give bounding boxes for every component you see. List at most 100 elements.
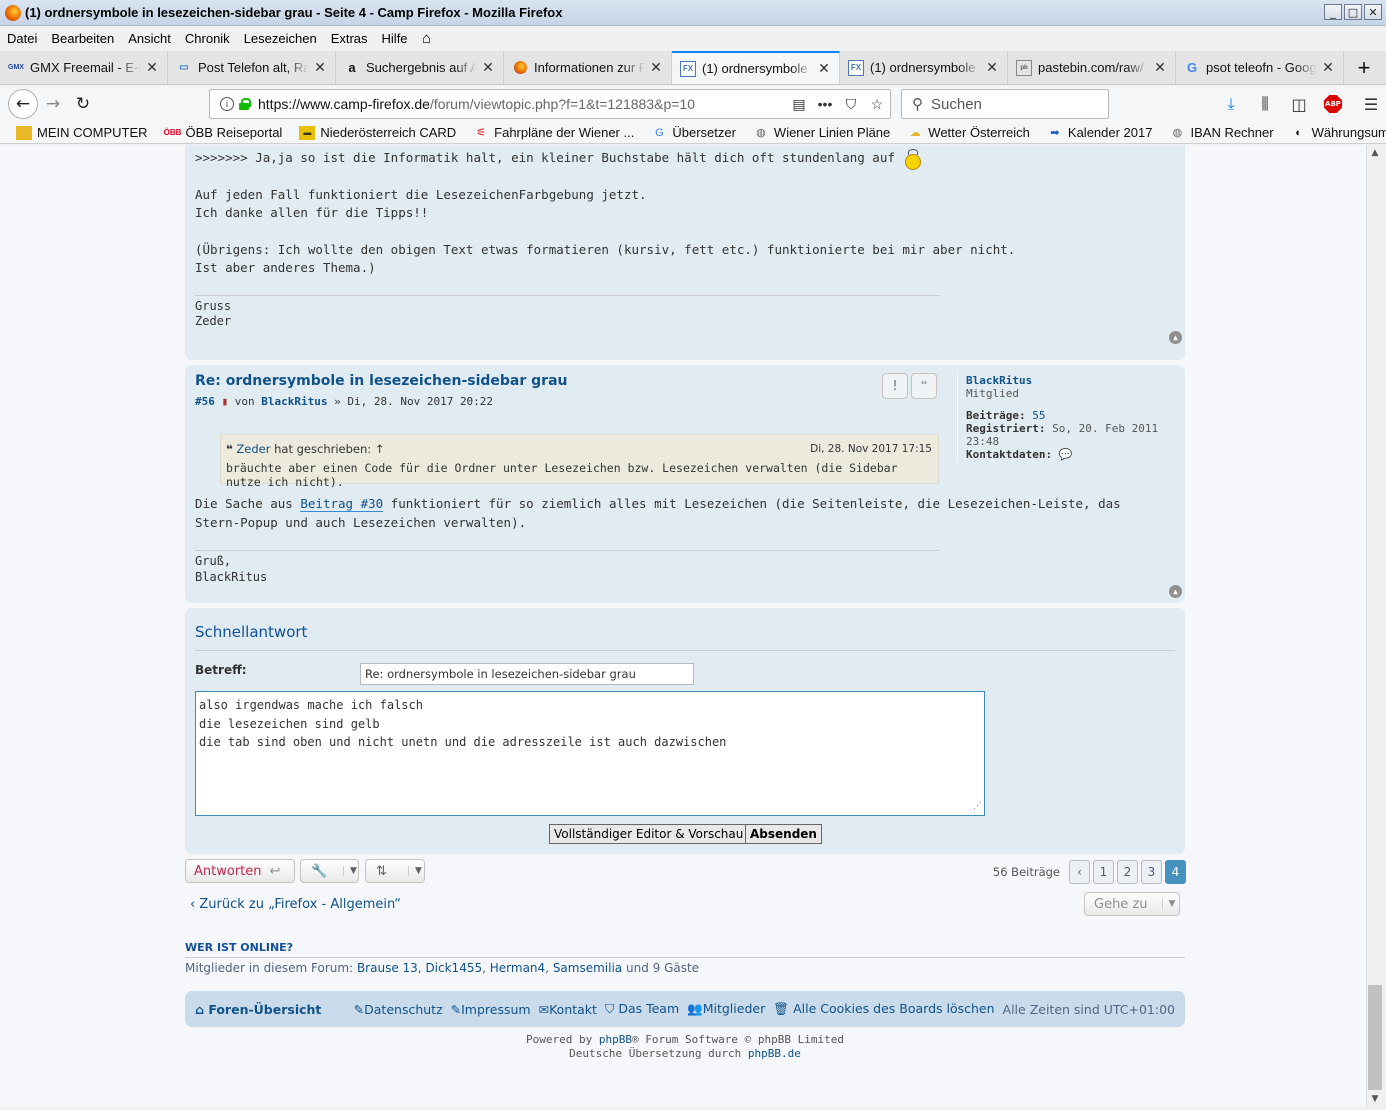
maximize-button[interactable]: □	[1344, 4, 1362, 20]
bookmark-noe-card[interactable]: ▬ Niederösterreich CARD	[287, 125, 461, 140]
menu-bearbeiten[interactable]: Bearbeiten	[44, 31, 121, 46]
reload-button[interactable]: ↻	[68, 89, 98, 119]
close-tab-icon[interactable]: ✕	[985, 59, 999, 76]
bookmark-star-icon[interactable]: ☆	[864, 96, 890, 113]
close-tab-icon[interactable]: ✕	[481, 59, 495, 76]
online-member-link[interactable]: Herman4	[490, 961, 545, 975]
tools-dropdown[interactable]: 🔧 ▼	[300, 859, 359, 883]
bookmark-uebersetzer[interactable]: G Übersetzer	[639, 125, 741, 140]
vertical-scrollbar[interactable]: ▲ ▼	[1366, 145, 1383, 1107]
bookmark-iban[interactable]: ◍ IBAN Rechner	[1157, 125, 1278, 140]
reply-button[interactable]: Antworten ↩	[185, 859, 295, 883]
page-4-current[interactable]: 4	[1165, 860, 1186, 884]
footer-link-mitglieder[interactable]: 👥Mitglieder	[687, 1001, 765, 1017]
page-3-button[interactable]: 3	[1141, 860, 1162, 884]
online-member-link[interactable]: Brause 13	[357, 961, 418, 975]
bookmark-kalender[interactable]: ➡ Kalender 2017	[1035, 125, 1158, 140]
sort-dropdown[interactable]: ⇅ ▼	[365, 859, 425, 883]
close-window-button[interactable]: ✕	[1364, 4, 1382, 20]
post-author[interactable]: BlackRitus	[261, 395, 327, 408]
forward-button[interactable]: →	[38, 89, 68, 119]
url-bar[interactable]: i https://www.camp-firefox.de/forum/view…	[209, 89, 891, 119]
bookmark-wl-plaene[interactable]: ◍ Wiener Linien Pläne	[741, 125, 895, 140]
minimize-button[interactable]: _	[1324, 4, 1342, 20]
hamburger-menu-icon[interactable]: ☰	[1356, 89, 1386, 119]
close-tab-icon[interactable]: ✕	[313, 59, 327, 76]
submit-button[interactable]: Absenden	[745, 824, 822, 844]
back-to-top-icon[interactable]: ▲	[1169, 331, 1182, 344]
bookmark-fahrplaene[interactable]: ⚟ Fahrpläne der Wiener ...	[461, 125, 639, 140]
full-editor-button[interactable]: Vollständiger Editor & Vorschau	[549, 824, 749, 844]
goto-dropdown[interactable]: Gehe zu ▼	[1084, 892, 1180, 916]
footer-link-kontakt[interactable]: ✉Kontakt	[539, 1002, 597, 1017]
report-button[interactable]: !	[882, 373, 908, 399]
footer-link-datenschutz[interactable]: ✎Datenschutz	[354, 1002, 443, 1017]
profile-posts[interactable]: 55	[1032, 409, 1045, 422]
contact-bubble-icon[interactable]: 💬	[1059, 448, 1073, 461]
menu-hilfe[interactable]: Hilfe	[375, 31, 415, 46]
post-link[interactable]: Beitrag #30	[300, 496, 384, 512]
tab-ordnersymbole[interactable]: FX (1) ordnersymbole ✕	[840, 51, 1008, 84]
prev-page-button[interactable]: ‹	[1069, 860, 1090, 884]
close-tab-icon[interactable]: ✕	[1153, 59, 1167, 76]
message-textarea[interactable]: also irgendwas mache ich falsch die lese…	[195, 691, 985, 816]
footer-link-impressum[interactable]: ✎Impressum	[451, 1002, 531, 1017]
tab-gmx[interactable]: GMX GMX Freemail - E-M ✕	[0, 51, 168, 84]
page-actions-icon[interactable]: •••	[812, 96, 838, 112]
profile-username[interactable]: BlackRitus	[966, 374, 1185, 387]
back-to-top-icon[interactable]: ▲	[1169, 585, 1182, 598]
quote-author[interactable]: Zeder	[236, 442, 270, 456]
page-1-button[interactable]: 1	[1093, 860, 1114, 884]
home-icon[interactable]: ⌂	[419, 30, 435, 47]
tab-informationen[interactable]: Informationen zur F ✕	[504, 51, 672, 84]
bookmark-mein-computer[interactable]: ▇ MEIN COMPUTER	[0, 125, 153, 140]
menu-datei[interactable]: Datei	[0, 31, 44, 46]
close-tab-icon[interactable]: ✕	[817, 60, 831, 77]
reader-view-icon[interactable]: ▤	[786, 96, 812, 113]
quote-button[interactable]: ❝	[911, 373, 937, 399]
resize-handle-icon[interactable]: ⋰	[973, 797, 982, 816]
menu-extras[interactable]: Extras	[324, 31, 375, 46]
url-text[interactable]: https://www.camp-firefox.de/forum/viewto…	[258, 96, 786, 112]
tab-amazon[interactable]: a Suchergebnis auf Am ✕	[336, 51, 504, 84]
tab-pastebin[interactable]: pb pastebin.com/raw/ ✕	[1008, 51, 1176, 84]
scrollbar-thumb[interactable]	[1368, 985, 1382, 1090]
phpbb-link[interactable]: phpBB	[599, 1033, 632, 1046]
sidebar-icon[interactable]: ◫	[1284, 89, 1314, 119]
info-icon[interactable]: i	[220, 97, 234, 111]
menu-ansicht[interactable]: Ansicht	[121, 31, 178, 46]
online-member-link[interactable]: Dick1455	[425, 961, 482, 975]
library-icon[interactable]: ⫼	[1250, 89, 1280, 119]
search-input[interactable]: ⚲ Suchen	[901, 89, 1109, 119]
pocket-icon[interactable]: ⛉	[838, 96, 864, 113]
subject-input[interactable]: Re: ordnersymbole in lesezeichen-sidebar…	[360, 663, 694, 685]
page-2-button[interactable]: 2	[1117, 860, 1138, 884]
bookmark-wetter[interactable]: ☁ Wetter Österreich	[895, 125, 1035, 140]
post-number[interactable]: #56	[195, 395, 215, 408]
menu-chronik[interactable]: Chronik	[178, 31, 237, 46]
adblock-button[interactable]: ABP	[1318, 89, 1348, 119]
tab-ordnersymbole-active[interactable]: FX (1) ordnersymbole ✕	[672, 51, 840, 84]
scroll-down-icon[interactable]: ▼	[1367, 1091, 1383, 1107]
footer-link-team[interactable]: ⛉ Das Team	[605, 1001, 679, 1017]
close-tab-icon[interactable]: ✕	[649, 59, 663, 76]
bookmark-waehrung[interactable]: ◐ Währungsumrechner	[1279, 125, 1386, 140]
who-is-online-heading[interactable]: WER IST ONLINE?	[185, 941, 293, 954]
menu-lesezeichen[interactable]: Lesezeichen	[237, 31, 324, 46]
tab-google[interactable]: Gpsot teleofn - Goog ✕	[1176, 51, 1344, 84]
footer-link-cookies[interactable]: 🗑 Alle Cookies des Boards löschen	[773, 1001, 994, 1017]
online-member-link[interactable]: Samsemilia	[553, 961, 622, 975]
forum-index-link[interactable]: ⌂ Foren-Übersicht	[195, 1002, 321, 1017]
bookmark-obb[interactable]: ÖBB ÖBB Reiseportal	[153, 125, 288, 140]
tab-post-telefon[interactable]: ▭ Post Telefon alt, Rat ✕	[168, 51, 336, 84]
new-tab-button[interactable]: +	[1344, 51, 1384, 84]
post-title[interactable]: Re: ordnersymbole in lesezeichen-sidebar…	[195, 373, 568, 389]
download-icon[interactable]: ⤓	[1216, 89, 1246, 119]
close-tab-icon[interactable]: ✕	[1321, 59, 1335, 76]
back-button[interactable]: ←	[8, 89, 38, 119]
close-tab-icon[interactable]: ✕	[145, 59, 159, 76]
back-to-forum-link[interactable]: ‹ Zurück zu „Firefox - Allgemein“	[190, 897, 401, 912]
phpbb-de-link[interactable]: phpBB.de	[748, 1047, 801, 1060]
post-icon[interactable]: ▮	[222, 395, 229, 408]
scroll-up-icon[interactable]: ▲	[1367, 145, 1383, 161]
